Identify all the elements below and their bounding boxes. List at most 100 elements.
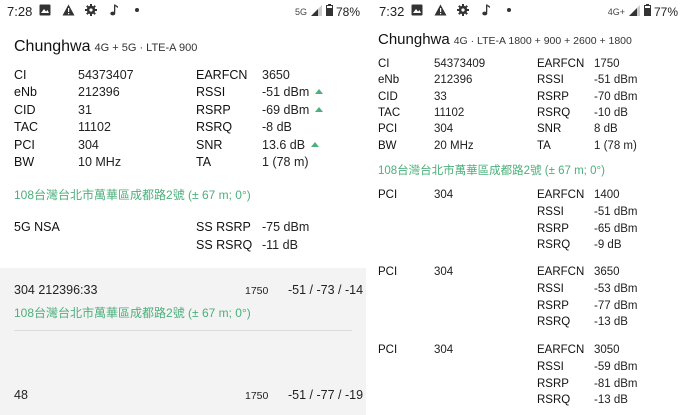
settings-icon	[456, 3, 470, 17]
field-value: -70 dBm	[594, 90, 638, 103]
neighbor-field-label: EARFCN	[537, 344, 585, 356]
neighbor-field-value: 1400	[594, 189, 620, 201]
neighbor-field-value: -59 dBm	[594, 360, 638, 373]
field-value: 1 (78 m)	[594, 139, 637, 152]
cell-1-address[interactable]: 108台灣台北市萬華區成都路2號 (± 67 m; 0°)	[14, 304, 251, 321]
neighbor-field-label: RSRQ	[537, 394, 571, 407]
cell-2-earfcn: 1750	[245, 390, 269, 402]
neighbor-pci-label[interactable]: PCI	[378, 266, 397, 278]
field-label: RSSI	[537, 74, 564, 87]
field-label: TAC	[14, 120, 39, 135]
battery-icon	[643, 4, 651, 19]
field-label: PCI	[378, 123, 398, 136]
cell-2-id[interactable]: 48	[14, 388, 28, 402]
neighbor-field-label: RSSI	[537, 205, 564, 218]
field-label: CI	[378, 58, 390, 70]
music-note-icon	[107, 3, 121, 17]
location-address[interactable]: 108台灣台北市萬華區成都路2號 (± 67 m; 0°)	[14, 186, 251, 203]
neighbor-field-value: -65 dBm	[594, 222, 638, 235]
neighbor-field-value: -13 dB	[594, 394, 628, 407]
field-value-text: -51 dBm	[262, 85, 310, 100]
neighbor-field-label: RSRQ	[537, 239, 571, 252]
status-time: 7:32	[379, 4, 405, 19]
operator-name: Chunghwa	[14, 38, 91, 55]
cell-2-values: -51 / -77 / -19	[288, 388, 364, 402]
status-bar: 7:28 5G 78%	[0, 0, 366, 24]
neighbor-field-value: -51 dBm	[594, 205, 638, 218]
dot-icon	[130, 3, 144, 17]
cell-1-values: -51 / -73 / -14	[288, 283, 364, 297]
operator-title: Chunghwa 4G · LTE-A 1800 + 900 + 2600 + 1…	[378, 31, 632, 48]
field-value: 54373407	[78, 68, 134, 82]
neighbor-field-value: -81 dBm	[594, 377, 638, 390]
operator-name: Chunghwa	[378, 31, 450, 48]
neighbor-field-label: RSRP	[537, 377, 569, 390]
field-value: -51 dBm	[262, 85, 324, 100]
alert-icon	[61, 3, 75, 17]
field-label: BW	[378, 139, 397, 152]
status-time: 7:28	[7, 4, 33, 19]
neighbor-field-label: EARFCN	[537, 266, 585, 278]
field-value-text: 3650	[262, 68, 290, 82]
field-label: RSRP	[537, 90, 569, 103]
field-label: CID	[378, 90, 398, 103]
field-label: eNb	[378, 74, 400, 87]
gallery-icon	[410, 3, 424, 17]
field-value-text: 13.6 dB	[262, 137, 306, 152]
neighbor-pci-label[interactable]: PCI	[378, 344, 397, 356]
music-note-icon	[479, 3, 493, 17]
trend-up-icon	[315, 89, 324, 95]
field-label: RSRP	[196, 102, 231, 117]
field-label: SNR	[537, 123, 562, 136]
field-label: CI	[14, 68, 27, 82]
battery-level: 78%	[335, 4, 360, 19]
gallery-icon	[38, 3, 52, 17]
field-value: -8 dB	[262, 120, 292, 134]
neighbor-field-value: 3650	[594, 266, 620, 278]
signal-icon	[628, 4, 641, 19]
operator-title: Chunghwa 4G + 5G · LTE-A 900	[14, 38, 197, 56]
cell-1-id[interactable]: 304 212396:33	[14, 283, 97, 297]
trend-up-icon	[315, 106, 324, 112]
technology: 4G · LTE-A 1800 + 900 + 2600 + 1800	[453, 35, 632, 47]
nsa-label: 5G NSA	[14, 220, 60, 234]
field-value-text: -69 dBm	[262, 102, 310, 117]
neighbor-field-value: -9 dB	[594, 239, 622, 252]
neighbor-pci-label[interactable]: PCI	[378, 189, 397, 201]
neighbor-field-label: RSRQ	[537, 316, 571, 329]
field-value: 304	[78, 137, 99, 152]
field-value: 33	[434, 90, 447, 103]
field-value: 10 MHz	[78, 155, 122, 169]
ss-rsrq-label: SS RSRQ	[196, 238, 253, 252]
neighbor-field-value: 3050	[594, 344, 620, 356]
trend-up-icon	[311, 141, 320, 147]
field-label: EARFCN	[537, 58, 585, 70]
field-value: 11102	[78, 120, 111, 135]
field-value: 3650	[262, 68, 290, 82]
status-bar: 7:32 4G+ 77%	[372, 0, 684, 24]
network-type: 4G+	[607, 6, 625, 17]
neighbor-field-value: -77 dBm	[594, 299, 638, 312]
field-value: 212396	[78, 85, 120, 100]
neighbor-field-label: RSSI	[537, 360, 564, 373]
location-address[interactable]: 108台灣台北市萬華區成都路2號 (± 67 m; 0°)	[378, 162, 605, 178]
neighbor-field-label: RSRP	[537, 222, 569, 235]
settings-icon	[84, 3, 98, 17]
field-label: TAC	[378, 106, 401, 119]
neighbor-pci-value: 304	[434, 189, 454, 201]
field-label: TA	[537, 139, 551, 152]
field-value: -10 dB	[594, 106, 628, 119]
field-label: SNR	[196, 137, 223, 152]
neighbor-pci-value: 304	[434, 344, 454, 356]
field-value: 304	[434, 123, 454, 136]
field-label: CID	[14, 102, 36, 117]
field-value: -69 dBm	[262, 102, 324, 117]
field-label: RSRQ	[537, 106, 571, 119]
dot-icon	[502, 3, 516, 17]
signal-icon	[310, 4, 323, 19]
field-label: PCI	[14, 137, 35, 152]
field-value: 13.6 dB	[262, 137, 320, 152]
field-label: RSRQ	[196, 120, 233, 135]
field-value-text: 1 (78 m)	[262, 155, 309, 169]
field-value: 20 MHz	[434, 139, 474, 152]
